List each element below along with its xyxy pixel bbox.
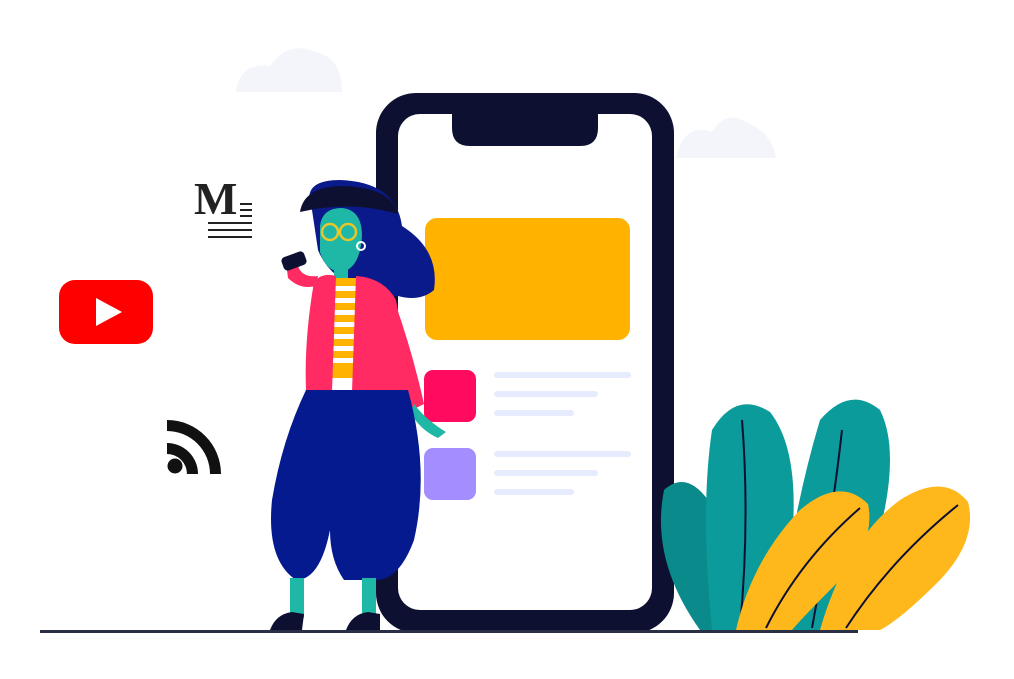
jacket: [305, 274, 336, 392]
phone-device: [376, 93, 674, 633]
list-item-line: [494, 410, 574, 416]
rss-feed-icon: [167, 420, 221, 474]
list-item-line: [494, 470, 598, 476]
list-item-thumbnail: [424, 448, 476, 500]
list-item-line: [494, 372, 631, 378]
illustration-scene: M: [0, 0, 1014, 679]
background-cloud-left: [236, 48, 342, 92]
list-item-thumbnail: [424, 370, 476, 422]
background-cloud-right: [676, 117, 776, 158]
ground-line: [40, 630, 858, 633]
right-leg: [362, 578, 376, 618]
medium-icon: M: [194, 173, 238, 224]
list-item-line: [494, 489, 574, 495]
phone-screen: [398, 114, 652, 610]
phone-notch: [452, 112, 598, 146]
illustration-canvas: [40, 48, 971, 633]
list-item-line: [494, 451, 631, 457]
phone-banner-card: [425, 218, 630, 340]
left-shoe: [270, 612, 304, 630]
youtube-icon: [59, 280, 153, 344]
list-item-line: [494, 391, 598, 397]
pants: [271, 390, 421, 580]
right-shoe: [346, 612, 380, 630]
left-leg: [290, 578, 304, 618]
